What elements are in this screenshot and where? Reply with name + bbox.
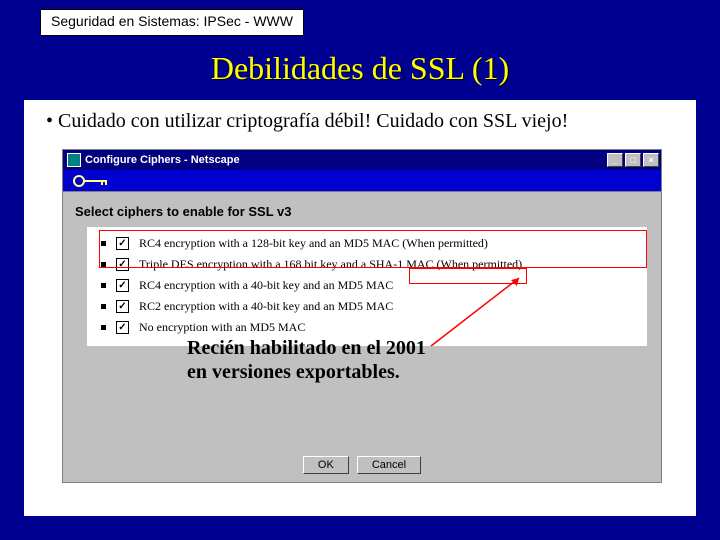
titlebar: Configure Ciphers - Netscape _ □ × xyxy=(63,150,661,170)
main-bullet: • Cuidado con utilizar criptografía débi… xyxy=(24,100,696,143)
minimize-button[interactable]: _ xyxy=(607,153,623,167)
titlebar-buttons: _ □ × xyxy=(607,153,659,167)
section-heading: Select ciphers to enable for SSL v3 xyxy=(63,192,661,227)
annotation-arrow-icon xyxy=(431,346,519,348)
key-strip xyxy=(63,170,661,192)
cipher-row: RC2 encryption with a 40-bit key and an … xyxy=(93,296,641,317)
close-button[interactable]: × xyxy=(643,153,659,167)
cipher-checkbox[interactable] xyxy=(116,321,129,334)
bullet-icon xyxy=(101,241,106,246)
content-area: • Cuidado con utilizar criptografía débi… xyxy=(24,100,696,516)
annotation-text: Recién habilitado en el 2001 en versione… xyxy=(187,336,426,384)
maximize-button[interactable]: □ xyxy=(625,153,641,167)
title-bar: Debilidades de SSL (1) xyxy=(26,50,694,94)
cipher-checkbox[interactable] xyxy=(116,300,129,313)
netscape-dialog: Configure Ciphers - Netscape _ □ × Selec… xyxy=(62,149,662,483)
cipher-label: RC4 encryption with a 40-bit key and an … xyxy=(139,278,393,293)
cipher-checkbox[interactable] xyxy=(116,258,129,271)
annotation-line2: en versiones exportables. xyxy=(187,360,426,384)
cancel-button[interactable]: Cancel xyxy=(357,456,421,474)
cipher-label: Triple DES encryption with a 168 bit key… xyxy=(139,257,522,272)
bullet-icon xyxy=(101,325,106,330)
cipher-list: RC4 encryption with a 128-bit key and an… xyxy=(87,227,647,346)
dialog-buttons: OK Cancel xyxy=(63,456,661,474)
cipher-label: RC4 encryption with a 128-bit key and an… xyxy=(139,236,488,251)
ok-button[interactable]: OK xyxy=(303,456,349,474)
cipher-row: RC4 encryption with a 128-bit key and an… xyxy=(93,233,641,254)
slide: Seguridad en Sistemas: IPSec - WWW Debil… xyxy=(0,0,720,540)
key-icon xyxy=(71,173,115,189)
bullet-icon xyxy=(101,262,106,267)
cipher-label: No encryption with an MD5 MAC xyxy=(139,320,305,335)
titlebar-left: Configure Ciphers - Netscape xyxy=(65,153,240,167)
slide-title: Debilidades de SSL (1) xyxy=(26,50,694,87)
cipher-checkbox[interactable] xyxy=(116,237,129,250)
bullet-icon xyxy=(101,304,106,309)
bullet-icon xyxy=(101,283,106,288)
cipher-row: RC4 encryption with a 40-bit key and an … xyxy=(93,275,641,296)
header-label: Seguridad en Sistemas: IPSec - WWW xyxy=(40,9,304,36)
window-title: Configure Ciphers - Netscape xyxy=(85,154,240,166)
cipher-row: Triple DES encryption with a 168 bit key… xyxy=(93,254,641,275)
cipher-row: No encryption with an MD5 MAC xyxy=(93,317,641,338)
system-icon xyxy=(67,153,81,167)
cipher-checkbox[interactable] xyxy=(116,279,129,292)
annotation-line1: Recién habilitado en el 2001 xyxy=(187,336,426,360)
cipher-label: RC2 encryption with a 40-bit key and an … xyxy=(139,299,393,314)
